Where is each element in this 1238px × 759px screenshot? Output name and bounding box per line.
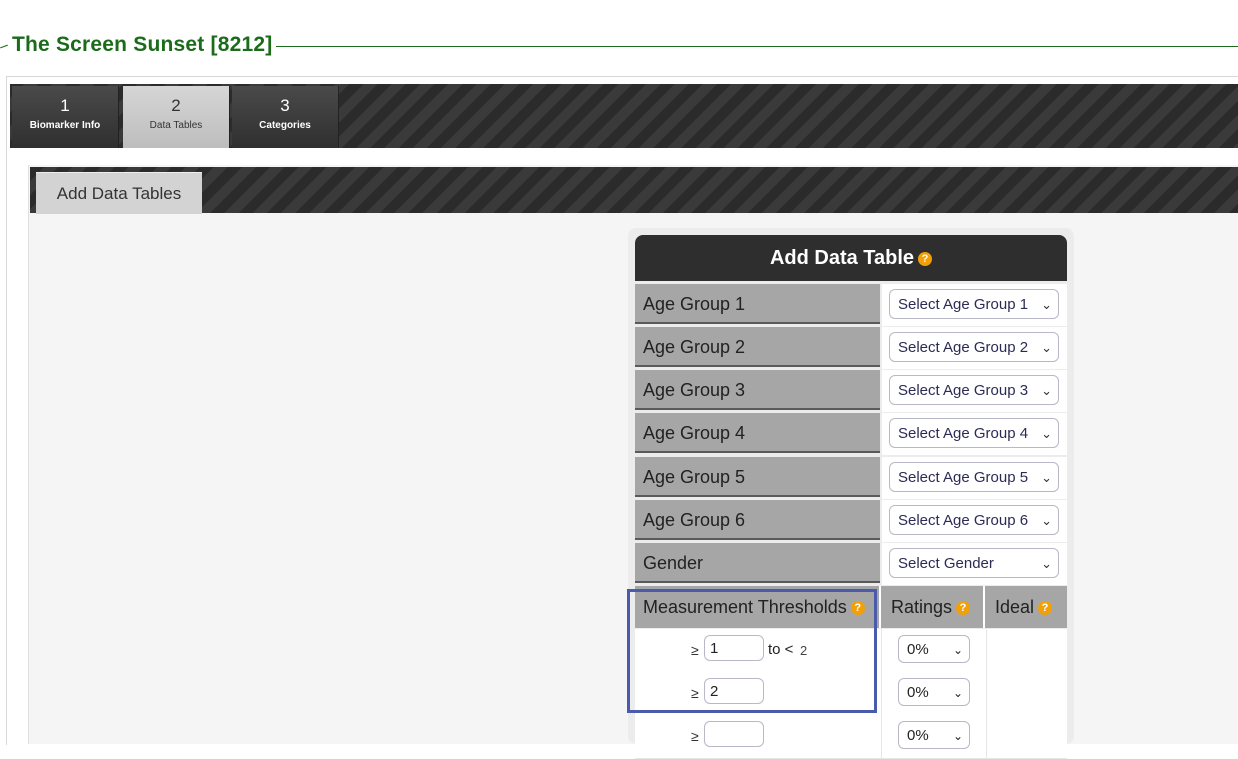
ratings-header: Ratings? [883,586,985,628]
threshold-input[interactable]: 1 [704,635,764,661]
header-label: Ratings [891,597,953,617]
legend-line-right [276,46,1238,47]
select-value: Select Age Group 4 [898,425,1029,442]
legend-line-left [0,44,8,49]
threshold-row: ≥ 1 to < 2 0% ⌄ [635,629,1067,673]
threshold-input[interactable] [704,721,764,747]
chevron-down-icon: ⌄ [1041,470,1052,485]
step-bar: 1 Biomarker Info 2 Data Tables 3 Categor… [10,84,1238,148]
chevron-down-icon: ⌄ [1041,340,1052,355]
help-icon[interactable]: ? [850,601,865,616]
age-group-5-select[interactable]: Select Age Group 5 ⌄ [889,462,1059,492]
select-value: Select Age Group 3 [898,382,1029,399]
age-group-1-select[interactable]: Select Age Group 1 ⌄ [889,289,1059,319]
step-label: Biomarker Info [29,120,101,131]
field-label: Age Group 5 [635,457,880,497]
select-value: 0% [907,684,929,701]
step-number: 3 [280,96,290,115]
measurement-thresholds-header: Measurement Thresholds? [635,586,881,628]
chevron-down-icon: ⌄ [1041,383,1052,398]
select-value: Select Age Group 1 [898,296,1029,313]
select-value: 0% [907,727,929,744]
header-label: Ideal [995,597,1035,617]
field-label: Age Group 1 [635,284,880,324]
field-label: Age Group 4 [635,413,880,453]
select-value: Select Age Group 6 [898,512,1029,529]
threshold-row: ≥ 2 0% ⌄ [635,672,1067,716]
tab-bar: Add Data Tables [30,167,1238,214]
to-label: to < [768,641,794,658]
select-value: Select Age Group 2 [898,339,1029,356]
field-label: Gender [635,543,880,583]
page-title: The Screen Sunset [8212] [12,33,273,56]
select-value: Select Gender [898,555,994,572]
gte-symbol: ≥ [691,642,699,658]
help-icon[interactable]: ? [1038,601,1053,616]
chevron-down-icon: ⌄ [952,729,963,743]
threshold-input[interactable]: 2 [704,678,764,704]
step-biomarker-info[interactable]: 1 Biomarker Info [12,86,119,148]
chevron-down-icon: ⌄ [952,643,963,657]
gte-symbol: ≥ [691,728,699,744]
rating-select[interactable]: 0% ⌄ [898,721,970,749]
header-label: Measurement Thresholds [643,597,847,617]
chevron-down-icon: ⌄ [1041,513,1052,528]
upper-bound: 2 [800,643,808,658]
gte-symbol: ≥ [691,685,699,701]
age-group-4-select[interactable]: Select Age Group 4 ⌄ [889,418,1059,448]
form-row-gender: Gender Select Gender ⌄ [635,543,1067,585]
step-label: Categories [259,120,311,131]
select-value: 0% [907,641,929,658]
step-number: 1 [60,96,70,115]
field-label: Age Group 3 [635,370,880,410]
form-row-age-group-5: Age Group 5 Select Age Group 5 ⌄ [635,457,1067,499]
tab-add-data-tables[interactable]: Add Data Tables [36,172,202,214]
step-data-tables[interactable]: 2 Data Tables [123,86,230,148]
rating-select[interactable]: 0% ⌄ [898,678,970,706]
ideal-header: Ideal? [987,586,1067,628]
age-group-6-select[interactable]: Select Age Group 6 ⌄ [889,505,1059,535]
chevron-down-icon: ⌄ [1041,556,1052,571]
chevron-down-icon: ⌄ [1041,426,1052,441]
form-row-age-group-4: Age Group 4 Select Age Group 4 ⌄ [635,413,1067,455]
age-group-2-select[interactable]: Select Age Group 2 ⌄ [889,332,1059,362]
form-row-age-group-6: Age Group 6 Select Age Group 6 ⌄ [635,500,1067,542]
help-icon[interactable]: ? [918,251,933,266]
form-row-age-group-1: Age Group 1 Select Age Group 1 ⌄ [635,284,1067,326]
help-icon[interactable]: ? [956,601,971,616]
step-number: 2 [171,96,181,115]
age-group-3-select[interactable]: Select Age Group 3 ⌄ [889,375,1059,405]
chevron-down-icon: ⌄ [952,686,963,700]
panel-header: Add Data Table? [635,235,1067,281]
rating-select[interactable]: 0% ⌄ [898,635,970,663]
form-row-age-group-2: Age Group 2 Select Age Group 2 ⌄ [635,327,1067,369]
chevron-down-icon: ⌄ [1041,297,1052,312]
threshold-row: ≥ 0% ⌄ [635,715,1067,759]
form-row-age-group-3: Age Group 3 Select Age Group 3 ⌄ [635,370,1067,412]
page-legend: The Screen Sunset [8212] [0,30,1238,62]
select-value: Select Age Group 5 [898,469,1029,486]
thresholds-header: Measurement Thresholds? Ratings? Ideal? [635,586,1067,628]
step-label: Data Tables [149,120,203,131]
gender-select[interactable]: Select Gender ⌄ [889,548,1059,578]
panel-title: Add Data Table [769,247,915,269]
field-label: Age Group 2 [635,327,880,367]
step-categories[interactable]: 3 Categories [232,86,339,148]
field-label: Age Group 6 [635,500,880,540]
